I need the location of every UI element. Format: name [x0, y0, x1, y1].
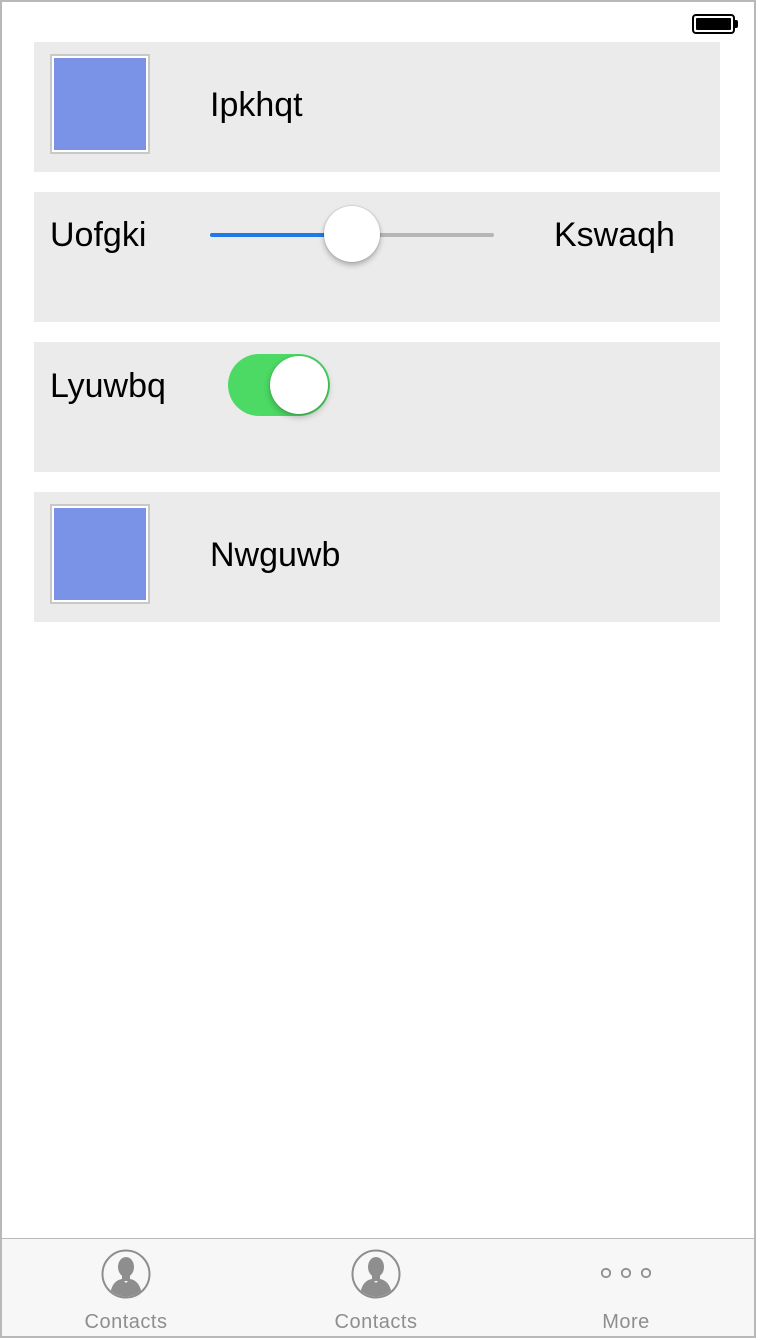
- switch-row: Lyuwbq: [34, 342, 720, 472]
- list-row-nwguwb[interactable]: Nwguwb: [34, 492, 720, 622]
- switch-knob[interactable]: [270, 356, 328, 414]
- switch-label: Lyuwbq: [50, 367, 166, 405]
- tab-contacts-1[interactable]: Contacts: [36, 1239, 216, 1336]
- contact-icon: [101, 1249, 151, 1299]
- slider-thumb[interactable]: [324, 206, 380, 262]
- color-swatch: [54, 58, 146, 150]
- tab-contacts-2[interactable]: Contacts: [286, 1239, 466, 1336]
- tab-label: More: [602, 1311, 650, 1333]
- image-thumbnail: [50, 504, 150, 604]
- row-label: Nwguwb: [210, 536, 341, 574]
- toggle-switch[interactable]: [228, 354, 330, 416]
- color-swatch: [54, 508, 146, 600]
- slider-min-label: Uofgki: [50, 216, 147, 254]
- tab-bar: Contacts Contacts More: [2, 1238, 754, 1336]
- tab-more[interactable]: More: [536, 1239, 716, 1336]
- value-slider[interactable]: [210, 204, 496, 264]
- more-icon: [600, 1267, 652, 1279]
- slider-max-label: Kswaqh: [554, 216, 675, 254]
- contact-icon: [351, 1249, 401, 1299]
- slider-row: Uofgki Kswaqh: [34, 192, 720, 322]
- image-thumbnail: [50, 54, 150, 154]
- app-screen: Ipkhqt Uofgki Kswaqh Lyuwbq Nwguwb Conta…: [0, 0, 756, 1338]
- battery-icon: [692, 14, 738, 34]
- tab-label: Contacts: [334, 1311, 418, 1333]
- row-label: Ipkhqt: [210, 86, 303, 124]
- tab-label: Contacts: [84, 1311, 168, 1333]
- list-row-ipkhqt[interactable]: Ipkhqt: [34, 42, 720, 172]
